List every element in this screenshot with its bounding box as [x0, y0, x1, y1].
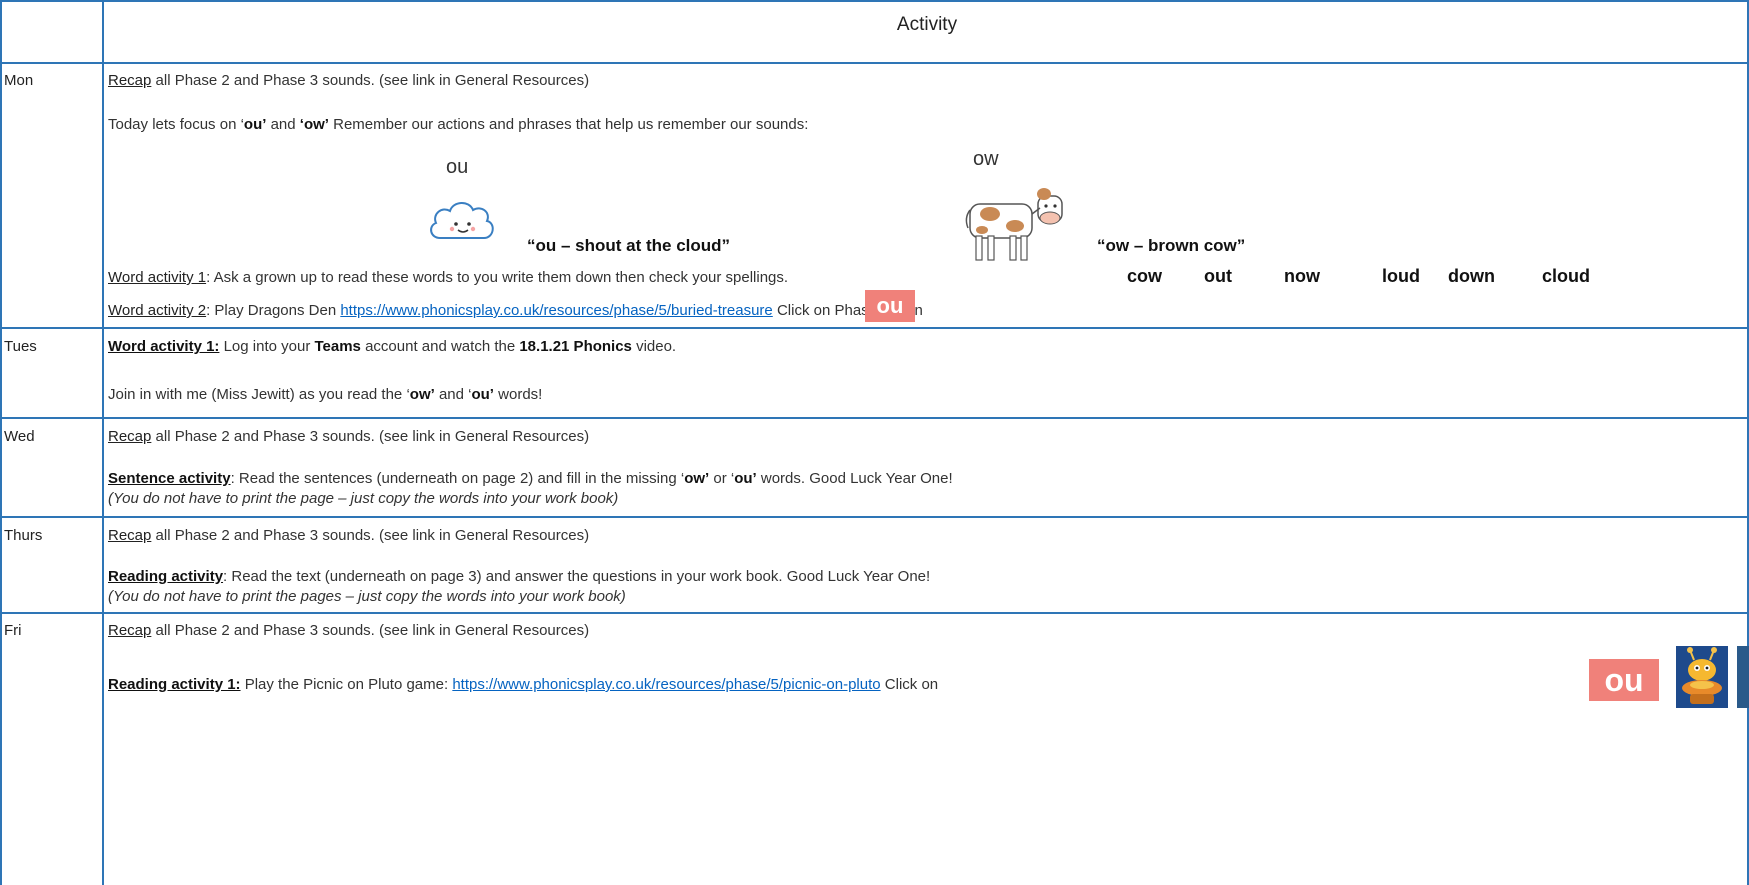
- thurs-note: (You do not have to print the pages – ju…: [108, 588, 626, 605]
- mon-word-activity-1: Word activity 1: Ask a grown up to read …: [108, 269, 788, 286]
- day-label-thurs: Thurs: [4, 527, 43, 544]
- day-label-tues: Tues: [4, 338, 37, 355]
- cow-icon: [965, 188, 1063, 261]
- fri-reading-line: Reading activity 1: Play the Picnic on P…: [108, 676, 938, 693]
- column-divider: [102, 0, 104, 885]
- spelling-word: down: [1448, 266, 1495, 286]
- thurs-reading-line: Reading activity: Read the text (underne…: [108, 568, 930, 585]
- reading-activity-1-label: Reading activity 1:: [108, 676, 241, 693]
- sentence-activity-label: Sentence activity: [108, 470, 231, 487]
- thurs-recap-line: Recap all Phase 2 and Phase 3 sounds. (s…: [108, 527, 589, 544]
- cloud-icon: [430, 202, 494, 239]
- picnic-on-pluto-link[interactable]: https://www.phonicsplay.co.uk/resources/…: [452, 676, 880, 693]
- word-activity-2-text: : Play Dragons Den: [206, 302, 341, 319]
- alien-phase-5-icon[interactable]: [1737, 646, 1749, 708]
- row-divider-wed: [0, 516, 1749, 518]
- focus-text-end: Remember our actions and phrases that he…: [328, 116, 809, 133]
- recap-text: all Phase 2 and Phase 3 sounds. (see lin…: [151, 72, 590, 89]
- mon-focus-line: Today lets focus on ‘ou’ and ‘ow’ Rememb…: [108, 116, 808, 133]
- ow-sound-label: ow: [973, 148, 999, 170]
- tues-line-1: Word activity 1: Log into your Teams acc…: [108, 338, 676, 355]
- focus-ow: ‘ow’: [299, 116, 329, 133]
- tues-line-2: Join in with me (Miss Jewitt) as you rea…: [108, 386, 542, 403]
- row-divider-thurs: [0, 612, 1749, 614]
- buried-treasure-link[interactable]: https://www.phonicsplay.co.uk/resources/…: [340, 302, 772, 319]
- tues-activity-label: Word activity 1:: [108, 338, 220, 355]
- table-border-left: [0, 0, 2, 885]
- focus-text: Today lets focus on ‘: [108, 116, 244, 133]
- recap-text: all Phase 2 and Phase 3 sounds. (see lin…: [151, 527, 590, 544]
- mon-recap-line: Recap all Phase 2 and Phase 3 sounds. (s…: [108, 72, 589, 89]
- wed-sentence-line: Sentence activity: Read the sentences (u…: [108, 470, 953, 487]
- alien-character-icon[interactable]: [1676, 646, 1728, 708]
- ou-sound-label: ou: [446, 156, 469, 178]
- ou-phrase: “ou – shout at the cloud”: [527, 236, 731, 255]
- recap-text: all Phase 2 and Phase 3 sounds. (see lin…: [151, 622, 590, 639]
- tues-text-a: Log into your: [219, 338, 315, 355]
- day-label-mon: Mon: [4, 72, 34, 89]
- recap-label: Recap: [108, 527, 152, 544]
- wed-text-b: words. Good Luck Year One!: [756, 470, 953, 487]
- row-divider-header: [0, 62, 1749, 64]
- recap-text: all Phase 2 and Phase 3 sounds. (see lin…: [151, 428, 590, 445]
- recap-label: Recap: [108, 72, 152, 89]
- word-activity-1-text: : Ask a grown up to read these words to …: [206, 269, 789, 286]
- wed-ow: ow’: [684, 470, 710, 487]
- video-title: 18.1.21 Phonics: [519, 338, 632, 355]
- recap-label: Recap: [108, 622, 152, 639]
- weekly-phonics-table: Activity Mon Tues Wed Thurs Fri Recap al…: [0, 0, 1749, 885]
- join-text-b: and ‘: [434, 386, 472, 403]
- wed-text-a: : Read the sentences (underneath on page…: [230, 470, 685, 487]
- day-label-fri: Fri: [4, 622, 22, 639]
- tues-text-b: account and watch the: [360, 338, 520, 355]
- row-divider-tues: [0, 417, 1749, 419]
- word-activity-2-label: Word activity 2: [108, 302, 207, 319]
- fri-text: Play the Picnic on Pluto game:: [240, 676, 453, 693]
- spelling-word: out: [1204, 266, 1232, 286]
- focus-ou: ou’: [243, 116, 267, 133]
- join-ou: ou’: [471, 386, 494, 403]
- spelling-word: loud: [1382, 266, 1420, 286]
- fri-recap-line: Recap all Phase 2 and Phase 3 sounds. (s…: [108, 622, 589, 639]
- spelling-word: cloud: [1542, 266, 1590, 286]
- join-text-c: words!: [493, 386, 543, 403]
- spelling-word: now: [1284, 266, 1320, 286]
- fri-after: Click on: [880, 676, 939, 693]
- ou-phase-badge[interactable]: ou: [865, 290, 915, 322]
- spelling-word: cow: [1127, 266, 1163, 286]
- wed-note: (You do not have to print the page – jus…: [108, 490, 619, 507]
- focus-and: and: [266, 116, 300, 133]
- recap-label: Recap: [108, 428, 152, 445]
- wed-ou: ou’: [734, 470, 757, 487]
- column-header-activity: Activity: [896, 14, 958, 35]
- day-label-wed: Wed: [4, 428, 35, 445]
- word-activity-1-label: Word activity 1: [108, 269, 207, 286]
- wed-recap-line: Recap all Phase 2 and Phase 3 sounds. (s…: [108, 428, 589, 445]
- teams-text: Teams: [314, 338, 361, 355]
- wed-or: or ‘: [709, 470, 735, 487]
- join-ow: ow’: [409, 386, 435, 403]
- join-text-a: Join in with me (Miss Jewitt) as you rea…: [108, 386, 410, 403]
- ou-phase-badge[interactable]: ou: [1589, 659, 1659, 701]
- mon-word-activity-2: Word activity 2: Play Dragons Den https:…: [108, 302, 923, 319]
- row-divider-top: [0, 0, 1749, 2]
- ow-phrase: “ow – brown cow”: [1097, 236, 1246, 255]
- reading-activity-label: Reading activity: [108, 568, 224, 585]
- tues-text-c: video.: [631, 338, 677, 355]
- thurs-text: : Read the text (underneath on page 3) a…: [223, 568, 931, 585]
- row-divider-mon: [0, 327, 1749, 329]
